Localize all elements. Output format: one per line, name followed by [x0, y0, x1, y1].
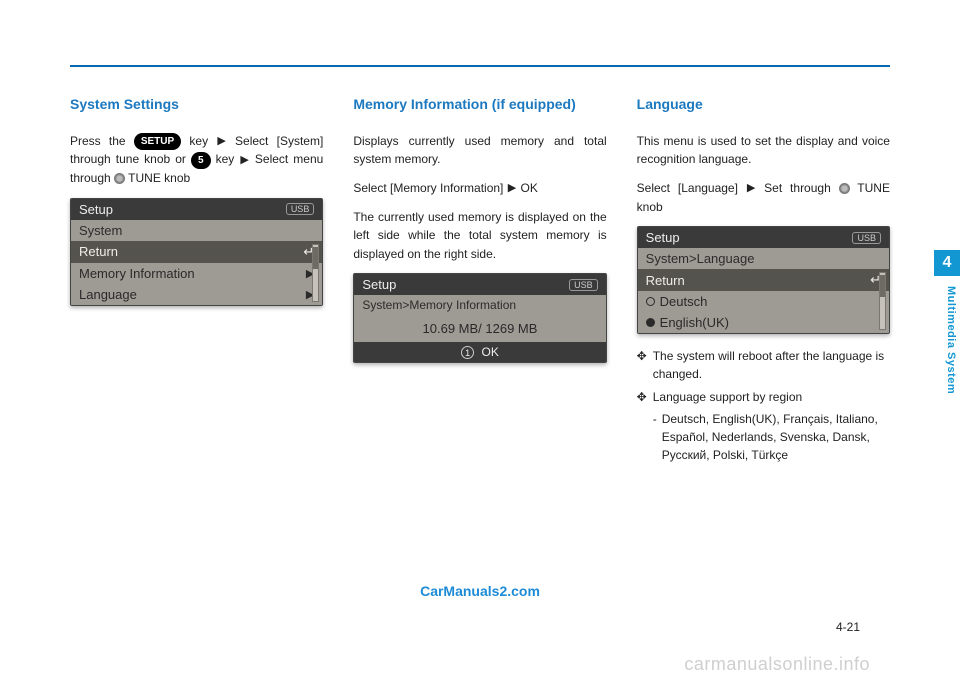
- note-title: Language support by region: [653, 390, 802, 404]
- tune-knob-icon: [839, 183, 850, 194]
- text: Set through: [764, 181, 838, 195]
- language-list: - Deutsch, English(UK), Français, Italia…: [653, 410, 890, 464]
- watermark: carmanualsonline.info: [684, 654, 870, 675]
- heading-language: Language: [637, 95, 890, 114]
- key-5-pill: 5: [191, 152, 211, 170]
- row-label: Return: [79, 244, 118, 259]
- triangle-right-icon: ▶: [216, 133, 226, 150]
- row-label: Deutsch: [660, 294, 708, 309]
- memory-explanation: The currently used memory is displayed o…: [353, 208, 606, 264]
- row-label: Language: [79, 287, 137, 302]
- text: key: [189, 134, 208, 148]
- scrollbar-thumb: [313, 247, 318, 269]
- language-description: This menu is used to set the display and…: [637, 132, 890, 169]
- screenshot-language-menu: Setup USB System>Language Return ↵ Deuts…: [637, 226, 890, 334]
- screen-title-bar: Setup USB: [71, 199, 322, 220]
- triangle-right-icon: ▶: [239, 152, 249, 169]
- manual-page: System Settings Press the SETUP key ▶ Se…: [70, 0, 890, 470]
- heading-system-settings: System Settings: [70, 95, 323, 114]
- usb-badge: USB: [569, 279, 598, 291]
- breadcrumb: System>Memory Information: [354, 295, 605, 315]
- language-select-instruction: Select [Language] ▶ Set through TUNE kno…: [637, 179, 890, 216]
- menu-row-return: Return ↵: [71, 241, 322, 263]
- ok-label: OK: [481, 345, 498, 359]
- text: OK: [521, 181, 538, 195]
- heading-memory-information: Memory Information (if equipped): [353, 95, 606, 114]
- note-language-support: ✥ Language support by region - Deutsch, …: [637, 389, 890, 464]
- row-label: English(UK): [660, 315, 729, 330]
- memory-select-instruction: Select [Memory Information] ▶ OK: [353, 179, 606, 198]
- breadcrumb: System>Language: [638, 248, 889, 269]
- text: Select [Language]: [637, 181, 738, 195]
- usb-badge: USB: [852, 232, 881, 244]
- page-number: 4-21: [836, 620, 860, 634]
- usb-badge: USB: [286, 203, 315, 215]
- radio-selected-icon: [646, 318, 655, 327]
- scrollbar: [879, 272, 886, 330]
- maltese-cross-icon: ✥: [637, 348, 647, 383]
- triangle-right-icon: ▶: [746, 180, 756, 197]
- screen-title-bar: Setup USB: [638, 227, 889, 248]
- radio-unselected-icon: [646, 297, 655, 306]
- text: Press the: [70, 134, 134, 148]
- scrollbar: [312, 244, 319, 302]
- screen-title-bar: Setup USB: [354, 274, 605, 295]
- ok-bar: 1 OK: [354, 342, 605, 362]
- screen-body: System>Language Return ↵ Deutsch English…: [638, 248, 889, 333]
- language-list-text: Deutsch, English(UK), Français, Italiano…: [662, 410, 890, 464]
- note-text: Language support by region - Deutsch, En…: [653, 389, 890, 464]
- screen-title: Setup: [362, 277, 396, 292]
- scrollbar-thumb: [880, 275, 885, 297]
- header-rule: [70, 65, 890, 67]
- source-link[interactable]: CarManuals2.com: [420, 583, 540, 599]
- triangle-right-icon: ▶: [507, 180, 517, 197]
- screen-body: System Return ↵ Memory Information ▶ Lan…: [71, 220, 322, 305]
- dash-icon: -: [653, 410, 657, 464]
- screenshot-system-menu: Setup USB System Return ↵ Memory Informa…: [70, 198, 323, 306]
- note-text: The system will reboot after the languag…: [653, 348, 890, 383]
- breadcrumb: System: [71, 220, 322, 241]
- column-memory-information: Memory Information (if equipped) Display…: [353, 95, 606, 470]
- menu-row-english-uk: English(UK): [638, 312, 889, 333]
- chapter-tab-title: Multimedia System: [945, 286, 957, 394]
- menu-row-deutsch: Deutsch: [638, 291, 889, 312]
- chapter-tab: 4: [934, 250, 960, 276]
- memory-value: 10.69 MB/ 1269 MB: [354, 315, 605, 342]
- screenshot-memory-info: Setup USB System>Memory Information 10.6…: [353, 273, 606, 363]
- button-1-icon: 1: [461, 346, 474, 359]
- tune-knob-icon: [114, 173, 125, 184]
- row-label: Return: [646, 273, 685, 288]
- screen-title: Setup: [79, 202, 113, 217]
- maltese-cross-icon: ✥: [637, 389, 647, 464]
- text: Select [Memory Information]: [353, 181, 503, 195]
- text: TUNE knob: [128, 171, 190, 185]
- note-reboot: ✥ The system will reboot after the langu…: [637, 348, 890, 383]
- language-list-item: - Deutsch, English(UK), Français, Italia…: [653, 410, 890, 464]
- system-settings-instructions: Press the SETUP key ▶ Select [System] th…: [70, 132, 323, 188]
- menu-row-return: Return ↵: [638, 269, 889, 291]
- column-system-settings: System Settings Press the SETUP key ▶ Se…: [70, 95, 323, 470]
- menu-row-language: Language ▶: [71, 284, 322, 305]
- setup-key-pill: SETUP: [134, 133, 181, 151]
- text: key: [216, 152, 235, 166]
- column-language: Language This menu is used to set the di…: [637, 95, 890, 470]
- row-label: Memory Information: [79, 266, 195, 281]
- language-notes: ✥ The system will reboot after the langu…: [637, 348, 890, 464]
- memory-description: Displays currently used memory and total…: [353, 132, 606, 169]
- content-columns: System Settings Press the SETUP key ▶ Se…: [70, 95, 890, 470]
- screen-title: Setup: [646, 230, 680, 245]
- menu-row-memory-information: Memory Information ▶: [71, 263, 322, 284]
